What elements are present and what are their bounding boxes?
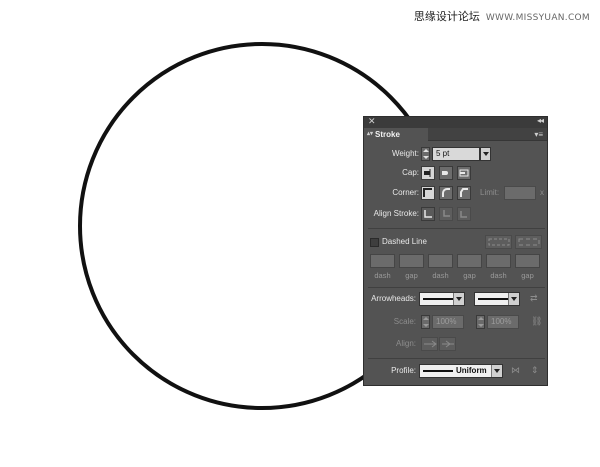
arrowheads-label: Arrowheads: bbox=[371, 294, 416, 303]
panel-tabbar: ▴▾ Stroke ▾≡ bbox=[364, 128, 547, 141]
cap-row: Cap: bbox=[364, 166, 549, 182]
projecting-cap-button[interactable] bbox=[457, 166, 471, 180]
end-scale-input[interactable]: 100% bbox=[487, 315, 519, 329]
limit-label: Limit: bbox=[480, 188, 500, 197]
link-scale-icon[interactable]: ⛓ bbox=[531, 316, 542, 327]
align-center-button[interactable] bbox=[421, 207, 435, 221]
align-inside-button[interactable] bbox=[439, 207, 453, 221]
scale-label: Scale: bbox=[393, 317, 416, 326]
limit-unit: x bbox=[540, 188, 544, 197]
align-outside-button[interactable] bbox=[457, 207, 471, 221]
panel-menu-icon[interactable]: ▾≡ bbox=[534, 130, 543, 139]
corner-label: Corner: bbox=[392, 188, 419, 197]
divider bbox=[368, 228, 545, 229]
weight-dropdown-button[interactable] bbox=[480, 147, 491, 161]
tab-toggle-icon[interactable]: ▴▾ bbox=[367, 128, 373, 141]
gap-label-3: gap bbox=[521, 271, 534, 280]
miter-join-button[interactable] bbox=[421, 186, 435, 200]
profile-value: Uniform bbox=[456, 366, 487, 375]
corner-row: Corner: Limit: x bbox=[364, 186, 549, 202]
scale-row: Scale: 100% 100% ⛓ bbox=[364, 315, 549, 331]
double-chevron-icon[interactable]: ◂◂ bbox=[537, 116, 544, 125]
bevel-join-button[interactable] bbox=[457, 186, 471, 200]
profile-label: Profile: bbox=[391, 366, 416, 375]
start-arrowhead-preview bbox=[423, 298, 453, 300]
arrowheads-row: Arrowheads: ⇄ bbox=[364, 292, 549, 308]
profile-preview bbox=[423, 370, 453, 372]
start-scale-input[interactable]: 100% bbox=[432, 315, 464, 329]
cap-label: Cap: bbox=[402, 168, 419, 177]
end-arrowhead-preview bbox=[478, 298, 508, 300]
profile-dropdown[interactable]: Uniform bbox=[419, 364, 503, 378]
arrow-place-button[interactable] bbox=[439, 337, 456, 351]
dashed-line-checkbox[interactable] bbox=[370, 238, 379, 247]
align-label: Align: bbox=[395, 339, 416, 348]
dash-label-2: dash bbox=[432, 271, 449, 280]
flip-across-icon[interactable]: ⇕ bbox=[531, 365, 539, 376]
start-arrowhead-dropdown[interactable] bbox=[419, 292, 465, 306]
chevron-down-icon[interactable] bbox=[491, 365, 502, 377]
arrow-extend-button[interactable] bbox=[421, 337, 438, 351]
divider bbox=[368, 287, 545, 288]
chevron-down-icon[interactable] bbox=[453, 293, 464, 305]
gap-label-2: gap bbox=[463, 271, 476, 280]
weight-input[interactable]: 5 pt bbox=[432, 147, 480, 161]
limit-input[interactable] bbox=[504, 186, 536, 200]
dashed-line-label: Dashed Line bbox=[382, 237, 427, 246]
dash-input-1[interactable] bbox=[370, 254, 395, 268]
gap-input-2[interactable] bbox=[457, 254, 482, 268]
dash-preserve-button[interactable] bbox=[485, 235, 512, 249]
end-scale-stepper[interactable] bbox=[476, 315, 485, 329]
align-row: Align: bbox=[364, 337, 549, 353]
gap-input-3[interactable] bbox=[515, 254, 540, 268]
butt-cap-button[interactable] bbox=[421, 166, 435, 180]
round-join-button[interactable] bbox=[439, 186, 453, 200]
panel-titlebar[interactable]: ✕ ◂◂ bbox=[364, 116, 547, 128]
gap-input-1[interactable] bbox=[399, 254, 424, 268]
end-arrowhead-dropdown[interactable] bbox=[474, 292, 520, 306]
gap-label-1: gap bbox=[405, 271, 418, 280]
stroke-panel: ✕ ◂◂ ▴▾ Stroke ▾≡ Weight: 5 pt Cap: Corn… bbox=[363, 116, 548, 386]
dash-input-3[interactable] bbox=[486, 254, 511, 268]
start-scale-stepper[interactable] bbox=[421, 315, 430, 329]
round-cap-button[interactable] bbox=[439, 166, 453, 180]
tab-stroke[interactable]: ▴▾ Stroke bbox=[364, 128, 428, 141]
dashed-line-row: Dashed Line bbox=[364, 235, 549, 251]
dash-input-2[interactable] bbox=[428, 254, 453, 268]
profile-row: Profile: Uniform ⋈ ⇕ bbox=[364, 364, 549, 380]
chevron-down-icon[interactable] bbox=[508, 293, 519, 305]
close-icon[interactable]: ✕ bbox=[368, 116, 376, 127]
weight-stepper[interactable] bbox=[421, 147, 430, 161]
dash-align-corners-button[interactable] bbox=[515, 235, 542, 249]
tab-stroke-label: Stroke bbox=[375, 130, 400, 139]
weight-row: Weight: 5 pt bbox=[364, 147, 549, 163]
weight-label: Weight: bbox=[392, 149, 419, 158]
align-stroke-row: Align Stroke: bbox=[364, 207, 549, 223]
divider bbox=[368, 358, 545, 359]
dash-label-3: dash bbox=[490, 271, 507, 280]
swap-arrowheads-icon[interactable]: ⇄ bbox=[530, 293, 538, 304]
align-stroke-label: Align Stroke: bbox=[373, 209, 419, 218]
dash-gap-row: dash gap dash gap dash gap bbox=[364, 254, 549, 284]
flip-along-icon[interactable]: ⋈ bbox=[511, 365, 520, 376]
dash-label-1: dash bbox=[374, 271, 391, 280]
